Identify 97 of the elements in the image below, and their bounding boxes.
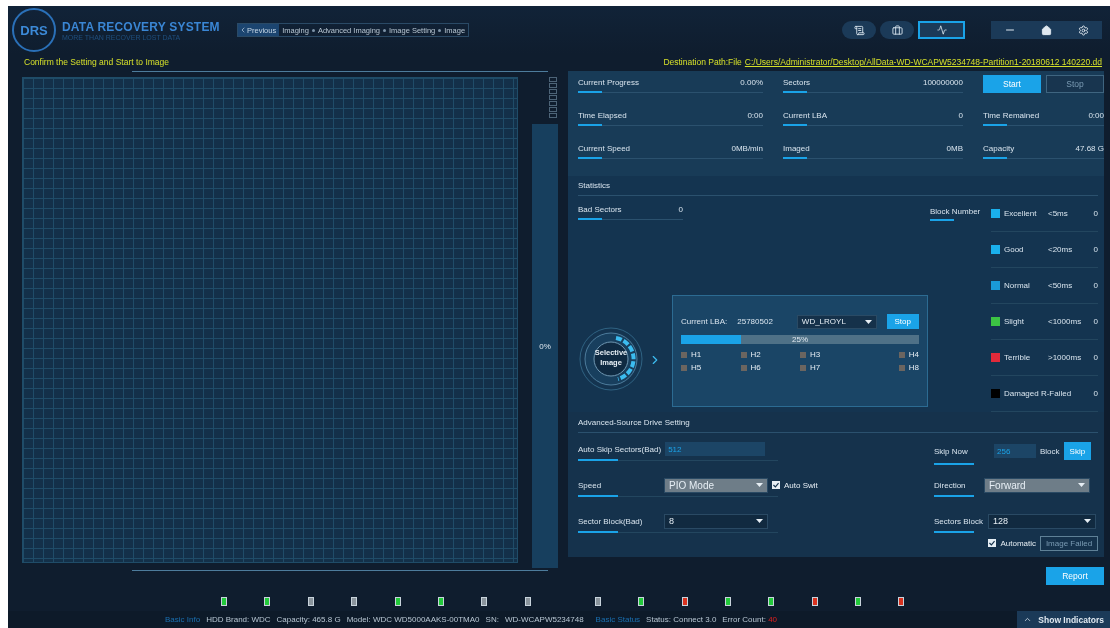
field-label: Speed [578,480,603,490]
legend-range: <50ms [1048,281,1074,290]
stat-label: Sectors [783,77,811,87]
home-icon [1041,24,1052,36]
head-checkbox[interactable]: H2 [740,350,800,359]
field-label: Skip Now [934,446,969,456]
field-label: Auto Skip Sectors(Bad) [578,444,662,454]
stat-label: Current Progress [578,77,639,87]
lba-label: Current LBA: [681,317,728,326]
stat-value: 0:00 [747,110,763,120]
section-title: Statistics [578,179,1098,196]
legend-name: Normal [1004,281,1031,290]
stat-label: Time Remained [983,110,1040,120]
instruction-text: Confirm the Setting and Start to Image [24,56,170,67]
stat-label: Current LBA [783,110,828,120]
check-icon [989,540,996,546]
head-checkbox[interactable]: H4 [859,350,919,359]
show-indicators-button[interactable]: Show Indicators [1017,611,1110,628]
direction-dropdown[interactable]: Forward [984,477,1090,493]
toolbar-button[interactable] [918,21,965,39]
caret-icon [756,483,763,487]
field-label: Direction [934,480,967,490]
legend-count: 0 [1093,281,1098,290]
status-text: Capacity: 465.8 G [276,615,341,624]
legend-name: Good [1004,245,1025,254]
stat-value: 0MB/min [731,143,763,153]
briefcase-icon [891,24,903,36]
automatic-checkbox[interactable]: Automatic [988,538,1036,548]
legend-count: 0 [1093,353,1098,362]
legend-range: <5ms [1048,209,1069,218]
block-number-label: Block Number [930,207,981,216]
caret-icon [756,519,763,523]
stat-label: Bad Sectors [578,204,622,214]
stat-value: 0MB [946,143,963,153]
stat-label: Imaged [783,143,810,153]
progress-reading: 25% [792,335,808,344]
head-checkbox[interactable]: H8 [859,363,919,372]
check-icon [773,482,779,488]
legend-name: Terrible [1004,353,1032,362]
head-checkbox[interactable]: H1 [681,350,741,359]
stat-value: 0.00% [740,77,763,87]
path-link[interactable]: C:/Users/Administrator/Desktop/AllData-WD-WCAPW5234748-Partition1-20180612 140220.dd [744,56,1102,67]
logo-badge: DRS [12,8,56,52]
stat-label: Capacity [983,143,1015,153]
status-text: SN: [485,615,499,624]
sectors-block-dropdown[interactable]: 128 [988,513,1096,529]
drive-dropdown[interactable]: WD_LROYL [796,314,877,329]
head-checkbox[interactable]: H6 [740,363,800,372]
status-text: WD-WCAPW5234748 [504,615,584,624]
auto-switch-checkbox[interactable]: Auto Swit [772,480,818,490]
section-title: Advanced-Source Drive Setting [578,416,1098,433]
destination-label: Destination Path:File [663,56,742,67]
field-label: Sectors Block [934,516,984,526]
legend-range: <1000ms [1048,317,1083,326]
caret-icon [864,319,872,324]
skip-now-field[interactable]: 256 [994,444,1036,458]
settings-icon [1078,24,1089,36]
stat-value: 100000000 [922,77,963,87]
head-checkbox[interactable]: H3 [800,350,860,359]
progress-reading: 0% [539,341,551,351]
stat-value: 0:00 [1088,110,1104,120]
caret-icon [1084,519,1091,523]
legend-count: 0 [1093,245,1098,254]
head-checkbox[interactable]: H7 [800,363,860,372]
status-text: HDD Brand: WDC [206,615,271,624]
auto-skip-field[interactable]: 512 [665,442,766,456]
document-list-icon [853,24,865,36]
stat-value: 0 [678,204,683,214]
error-count: Error Count: 40 [722,615,778,624]
legend-count: 0 [1093,209,1098,218]
sector-block-dropdown[interactable]: 8 [664,513,768,529]
head-checkbox[interactable]: H5 [681,363,741,372]
stat-value: 0 [958,110,963,120]
stat-label: Time Elapsed [578,110,627,120]
legend-name: Slight [1004,317,1025,326]
legend-name: Excellent [1004,209,1038,218]
legend-range: <20ms [1048,245,1074,254]
legend-count: 0 [1093,317,1098,326]
scale-icon [548,77,557,118]
speed-dropdown[interactable]: PIO Mode [664,477,768,493]
line-chart-icon [936,25,947,35]
caret-icon [1078,483,1085,487]
selective-ring-drawing [578,326,644,392]
status-text: Model: WDC WD5000AAKS-00TMA0 [346,615,480,624]
stat-value: 47.68 G [1075,143,1104,153]
stat-label: Current Speed [578,143,631,153]
legend-range: >1000ms [1048,353,1083,362]
field-label: Sector Block(Bad) [578,516,644,526]
legend-count: 0 [1093,389,1098,398]
chevron-up-icon [1023,615,1033,624]
legend-name: Damaged R-Failed [1004,389,1073,398]
app-title: DATA RECOVERY SYSTEM [62,19,220,34]
toolbar-button[interactable] [842,21,876,39]
toolbar-button[interactable] [880,21,914,39]
unit-label: Block [1040,446,1060,456]
status-text: Status: Connect 3.0 [646,615,717,624]
lba-value: 25780502 [737,317,773,326]
